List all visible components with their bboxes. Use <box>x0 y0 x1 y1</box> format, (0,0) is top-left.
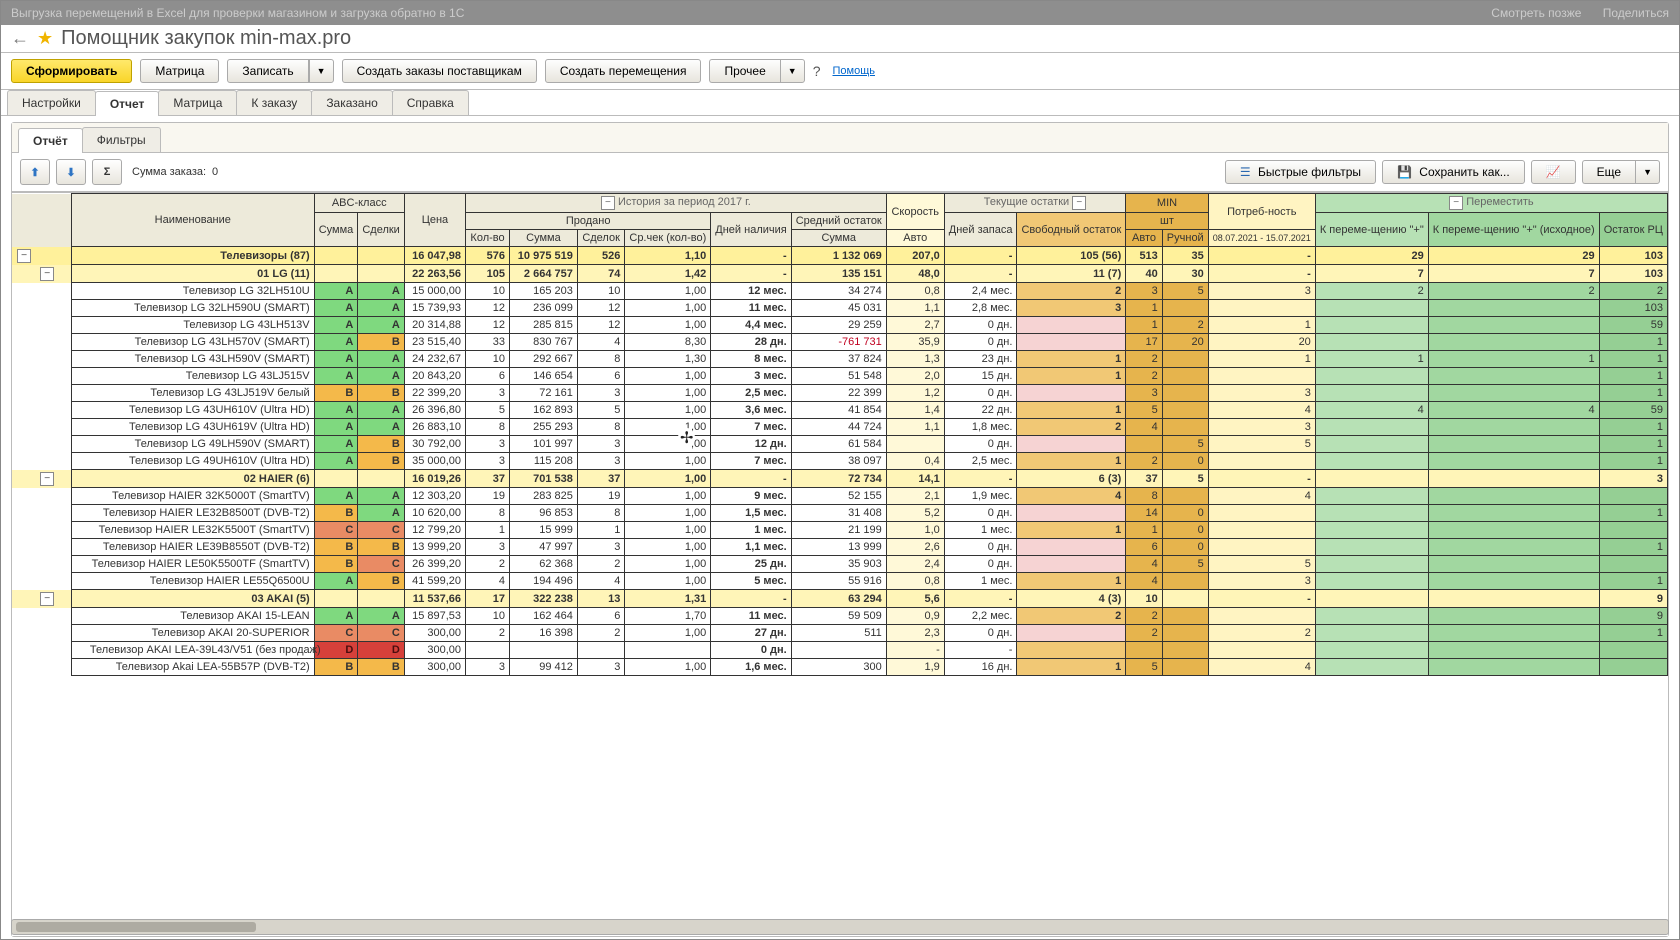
order-sum-label: Сумма заказа: <box>132 166 206 178</box>
tab-to-order[interactable]: К заказу <box>236 90 312 115</box>
save-as-button[interactable]: 💾 Сохранить как... <box>1382 160 1525 184</box>
table-row[interactable]: Телевизор AKAI 15-LEANAA15 897,5310162 4… <box>12 608 1668 625</box>
table-row[interactable]: Телевизор LG 32LH590U (SMART)AA15 739,93… <box>12 300 1668 317</box>
table-row[interactable]: Телевизор LG 49UH610V (Ultra HD)AB35 000… <box>12 453 1668 470</box>
write-button[interactable]: Записать <box>227 59 308 83</box>
horizontal-scrollbar[interactable] <box>11 919 1669 935</box>
tab-settings[interactable]: Настройки <box>7 90 96 115</box>
col-abc[interactable]: ABC-класс <box>314 194 404 213</box>
table-row[interactable]: Телевизор HAIER LE50K5500TF (SmartTV)BC2… <box>12 556 1668 573</box>
table-row[interactable]: Телевизор HAIER LE39B8550T (DVB-T2)BB13 … <box>12 539 1668 556</box>
app-window: Выгрузка перемещений в Excel для проверк… <box>0 0 1680 940</box>
sigma-icon[interactable]: Σ <box>92 159 122 185</box>
video-overlay: Выгрузка перемещений в Excel для проверк… <box>1 1 1679 25</box>
other-dropdown[interactable]: ▼ <box>780 59 805 83</box>
table-row[interactable]: Телевизор HAIER LE32B8500T (DVB-T2)BA10 … <box>12 505 1668 522</box>
table-row[interactable]: Телевизор HAIER 32K5000T (SmartTV)AA12 3… <box>12 488 1668 505</box>
table-header: Наименование ABC-класс Цена − История за… <box>12 194 1668 247</box>
matrix-button[interactable]: Матрица <box>140 59 219 83</box>
watch-later[interactable]: Смотреть позже <box>1491 6 1581 20</box>
inner-tabs: Отчёт Фильтры <box>12 123 1668 153</box>
table-row[interactable]: Телевизор Akai LEA-55B57P (DVB-T2)BB300,… <box>12 659 1668 676</box>
move-collapse[interactable]: − Переместить <box>1315 194 1667 213</box>
main-toolbar: Сформировать Матрица Записать ▼ Создать … <box>1 53 1679 90</box>
table-row[interactable]: −02 HAIER (6)16 019,2637701 538371,00-72… <box>12 470 1668 488</box>
more-button[interactable]: Еще <box>1582 160 1635 184</box>
table-body: −Телевизоры (87)16 047,9857610 975 51952… <box>12 247 1668 676</box>
table-row[interactable]: Телевизор LG 32LH510UAA15 000,0010165 20… <box>12 283 1668 300</box>
table-row[interactable]: −01 LG (11)22 263,561052 664 757741,42-1… <box>12 265 1668 283</box>
table-row[interactable]: −Телевизоры (87)16 047,9857610 975 51952… <box>12 247 1668 265</box>
report-table: Наименование ABC-класс Цена − История за… <box>12 193 1668 676</box>
tab-help[interactable]: Справка <box>392 90 469 115</box>
col-name[interactable]: Наименование <box>71 194 314 247</box>
table-row[interactable]: Телевизор AKAI 20-SUPERIORCC300,00216 39… <box>12 625 1668 642</box>
table-row[interactable]: Телевизор LG 43LJ519V белыйBB22 399,2037… <box>12 385 1668 402</box>
chart-button[interactable]: 📈 <box>1531 160 1576 184</box>
table-row[interactable]: Телевизор AKAI LEA-39L43/V51 (без продаж… <box>12 642 1668 659</box>
tab-matrix[interactable]: Матрица <box>158 90 237 115</box>
help-icon: ? <box>813 63 821 79</box>
table-row[interactable]: Телевизор LG 43UH619V (Ultra HD)AA26 883… <box>12 419 1668 436</box>
table-row[interactable]: Телевизор LG 43UH610V (Ultra HD)AA26 396… <box>12 402 1668 419</box>
table-row[interactable]: Телевизор LG 43LH590V (SMART)AA24 232,67… <box>12 351 1668 368</box>
create-supplier-orders-button[interactable]: Создать заказы поставщикам <box>342 59 537 83</box>
col-need[interactable]: Потреб-ность <box>1208 194 1315 230</box>
tab-filters[interactable]: Фильтры <box>82 127 161 152</box>
create-transfers-button[interactable]: Создать перемещения <box>545 59 702 83</box>
back-arrow-icon[interactable]: ← <box>11 28 29 49</box>
tab-otchet[interactable]: Отчёт <box>18 128 83 153</box>
table-row[interactable]: Телевизор LG 49LH590V (SMART)AB30 792,00… <box>12 436 1668 453</box>
up-arrow-icon[interactable]: ⬆ <box>20 159 50 185</box>
table-row[interactable]: Телевизор HAIER LE55Q6500UAB41 599,20419… <box>12 573 1668 590</box>
form-button[interactable]: Сформировать <box>11 59 132 83</box>
video-crumb: Выгрузка перемещений в Excel для проверк… <box>11 6 464 20</box>
share[interactable]: Поделиться <box>1603 6 1669 20</box>
write-dropdown[interactable]: ▼ <box>309 59 334 83</box>
title-bar: ← ★ Помощник закупок min-max.pro <box>1 25 1679 53</box>
history-collapse[interactable]: − История за период 2017 г. <box>466 194 887 213</box>
col-speed[interactable]: Скорость <box>886 194 944 230</box>
tab-ordered[interactable]: Заказано <box>311 90 392 115</box>
down-arrow-icon[interactable]: ⬇ <box>56 159 86 185</box>
report-grid[interactable]: Наименование ABC-класс Цена − История за… <box>12 192 1668 936</box>
col-price[interactable]: Цена <box>404 194 465 247</box>
other-button[interactable]: Прочее <box>709 59 779 83</box>
help-link[interactable]: Помощь <box>832 65 875 77</box>
filter-icon: ☰ <box>1240 165 1251 179</box>
inner-pane: Отчёт Фильтры ⬆ ⬇ Σ Сумма заказа: 0 ☰ Бы… <box>11 122 1669 937</box>
table-row[interactable]: Телевизор LG 43LH513VAA20 314,8812285 81… <box>12 317 1668 334</box>
more-dropdown[interactable]: ▼ <box>1635 160 1660 184</box>
table-row[interactable]: Телевизор LG 43LH570V (SMART)AB23 515,40… <box>12 334 1668 351</box>
table-row[interactable]: Телевизор LG 43LJ515VAA20 843,206146 654… <box>12 368 1668 385</box>
tab-report[interactable]: Отчет <box>95 91 160 116</box>
disk-icon: 💾 <box>1397 165 1412 179</box>
main-tabs: Настройки Отчет Матрица К заказу Заказан… <box>1 90 1679 116</box>
table-row[interactable]: Телевизор HAIER LE32K5500T (SmartTV)CC12… <box>12 522 1668 539</box>
page-title: Помощник закупок min-max.pro <box>61 27 351 50</box>
star-icon[interactable]: ★ <box>37 28 53 49</box>
cursor-icon: ✢ <box>678 428 695 448</box>
table-row[interactable]: −03 AKAI (5)11 537,6617322 238131,31-63 … <box>12 590 1668 608</box>
order-sum-value: 0 <box>212 166 218 178</box>
cur-collapse[interactable]: Текущие остатки − <box>944 194 1126 213</box>
report-toolbar: ⬆ ⬇ Σ Сумма заказа: 0 ☰ Быстрые фильтры … <box>12 153 1668 192</box>
fast-filters-button[interactable]: ☰ Быстрые фильтры <box>1225 160 1376 184</box>
col-min[interactable]: MIN <box>1126 194 1208 213</box>
